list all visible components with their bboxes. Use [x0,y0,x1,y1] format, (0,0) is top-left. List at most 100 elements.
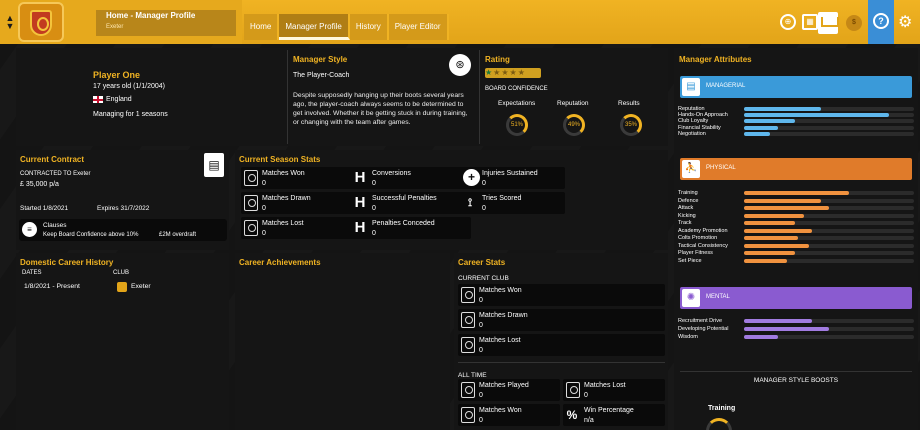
club-crest[interactable] [18,2,64,42]
manager-style-type: The Player-Coach [293,72,350,79]
globe-icon[interactable]: ⊕ [780,14,796,30]
attribute-label: Training [678,190,698,196]
stat-matches-drawn: Matches Drawn 0 [241,192,361,214]
match-icon [461,287,475,303]
stat-penalties-conceded: H Penalties Conceded 0 [351,217,471,239]
attribute-label: Kicking [678,212,696,219]
stat-tries-scored: ⟟ Tries Scored 0 [461,192,565,214]
tab-home[interactable]: Home [244,14,280,40]
attribute-bar-fill [744,125,778,130]
boost-training-label: Training [708,405,736,412]
contract-expires: Expires 31/7/2022 [97,205,150,212]
match-icon [244,220,258,236]
divider [680,371,912,372]
manager-age: 17 years old (1/1/2004) [93,83,165,90]
history-club[interactable]: Exeter [131,283,151,290]
results-gauge: 35% [620,114,642,136]
calendar-icon[interactable]: ▦ [802,14,818,30]
stat-matches-won: Matches Won 0 [241,167,361,189]
reputation-gauge: 49% [563,114,585,136]
club-badge-icon [117,282,127,292]
all-time-label: ALL TIME [458,372,487,379]
attribute-bar [744,213,914,218]
attribute-bar-fill [744,107,821,111]
overdraft-text: £2M overdraft [159,232,197,238]
star-rating: ★★★★★ [485,68,541,78]
attribute-bar [744,125,914,130]
attribute-row: Financial Stability [678,125,918,131]
col-club: CLUB [113,270,130,276]
attribute-label: Recruitment Drive [678,318,723,324]
attribute-bar [744,221,914,225]
attribute-row: Recruitment Drive [678,318,918,324]
career-current-drawn: Matches Drawn 0 [458,309,665,331]
manager-tenure: Managing for 1 seasons [93,111,168,118]
history-dates: 1/8/2021 - Present [24,283,80,290]
manager-name: Player One [93,70,141,80]
attribute-row: Developing Potential [678,326,918,332]
attribute-bar-fill [744,236,799,240]
attribute-bar-fill [744,335,778,339]
england-flag-icon [93,96,103,103]
contract-started: Started 1/8/2021 [20,205,69,212]
match-icon [461,382,475,398]
attribute-row: Club Loyalty [678,118,918,124]
attributes-title: Manager Attributes [679,55,752,64]
tab-manager-profile[interactable]: Manager Profile [279,14,350,40]
attribute-bar-fill [744,191,850,195]
attribute-row: Player Fitness [678,250,918,256]
attribute-bar-fill [744,119,795,124]
attribute-row: Negotiation [678,131,918,137]
attribute-bar-fill [744,243,809,248]
attribute-bar [744,191,914,195]
attribute-row: Track [678,220,918,226]
attribute-bar [744,198,914,203]
attribute-label: Academy Promotion [678,227,728,234]
match-icon [461,407,475,423]
divider [479,50,480,144]
attribute-bar-fill [744,258,787,263]
attribute-bar [744,258,914,263]
tab-player-editor[interactable]: Player Editor [388,14,449,40]
attribute-row: Tactical Consistency [678,243,918,249]
chevron-updown-icon[interactable]: ▲ ▼ [4,14,16,31]
career-history-title: Domestic Career History [20,258,114,267]
career-stats-title: Career Stats [458,258,506,267]
breadcrumb-title[interactable]: Home - Manager Profile [106,11,195,20]
attribute-label: Developing Potential [678,326,729,332]
help-button[interactable]: ? [868,0,894,44]
contract-title: Current Contract [20,155,85,164]
attribute-row: Set Piece [678,258,918,264]
results-label: Results [618,100,640,107]
stat-matches-lost: Matches Lost 0 [241,217,361,239]
attribute-bar [744,251,914,255]
managerial-icon: ▤ [682,78,700,96]
mental-header: ✺ MENTAL [680,287,912,309]
tab-history[interactable]: History [349,14,389,40]
rating-title: Rating [485,55,510,64]
attribute-label: Colts Promotion [678,235,718,241]
alltime-win-percentage: % Win Percentage n/a [563,404,665,426]
manager-style-description: Despite supposedly hanging up their boot… [293,92,468,126]
career-history-panel [16,253,229,430]
inbox-icon[interactable] [818,12,839,34]
match-icon [244,170,258,186]
attribute-row: Wisdom [678,334,918,340]
board-confidence-label: BOARD CONFIDENCE [485,86,548,92]
attribute-bar-fill [744,113,889,118]
match-icon [461,312,475,328]
attribute-label: Tactical Consistency [678,242,728,249]
attribute-row: Attack [678,205,918,211]
divider [458,362,665,363]
attribute-bar-fill [744,131,770,136]
attribute-bar-fill [744,228,812,233]
gear-icon[interactable]: ⚙ [898,12,912,32]
currency-icon[interactable]: $ [846,15,862,31]
goalpost-icon: H [354,219,366,236]
attribute-bar-fill [744,221,795,225]
attribute-bar-fill [744,213,804,218]
alltime-played: Matches Played 0 [458,379,560,401]
percent-icon: % [566,408,578,422]
clauses-box[interactable]: ≡ Clauses Keep Board Confidence above 10… [19,219,227,241]
attribute-bar-fill [744,251,795,255]
